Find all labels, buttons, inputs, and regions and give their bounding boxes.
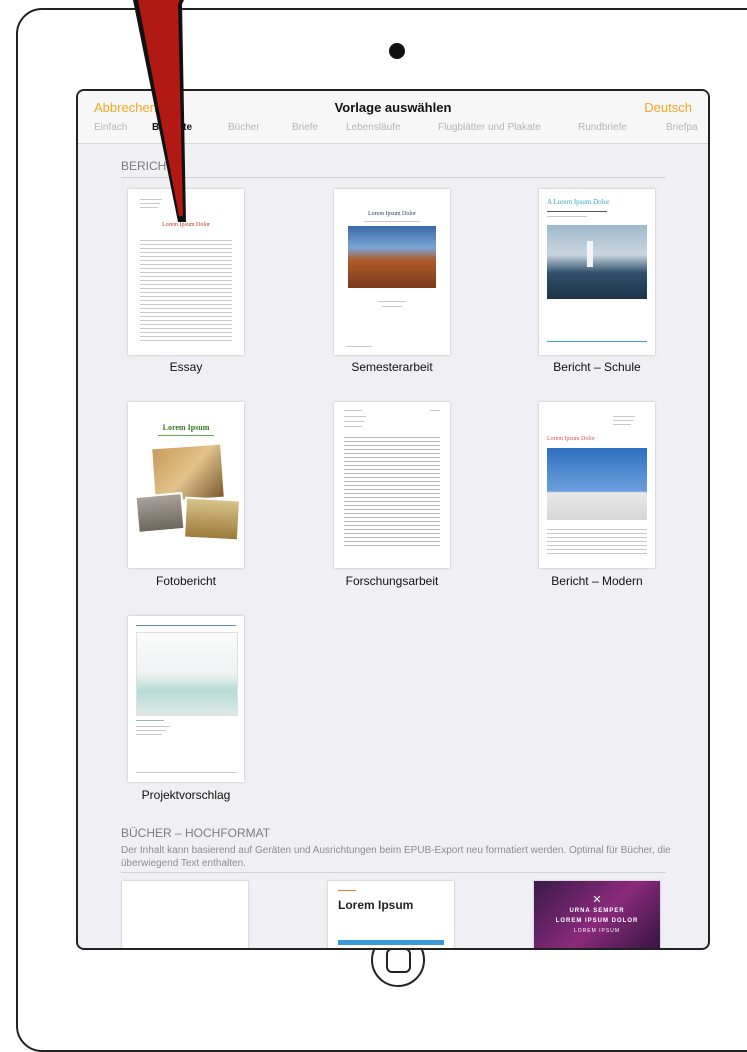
- annotation-arrow-fill: [138, 0, 183, 216]
- annotation-arrow: [133, 0, 186, 222]
